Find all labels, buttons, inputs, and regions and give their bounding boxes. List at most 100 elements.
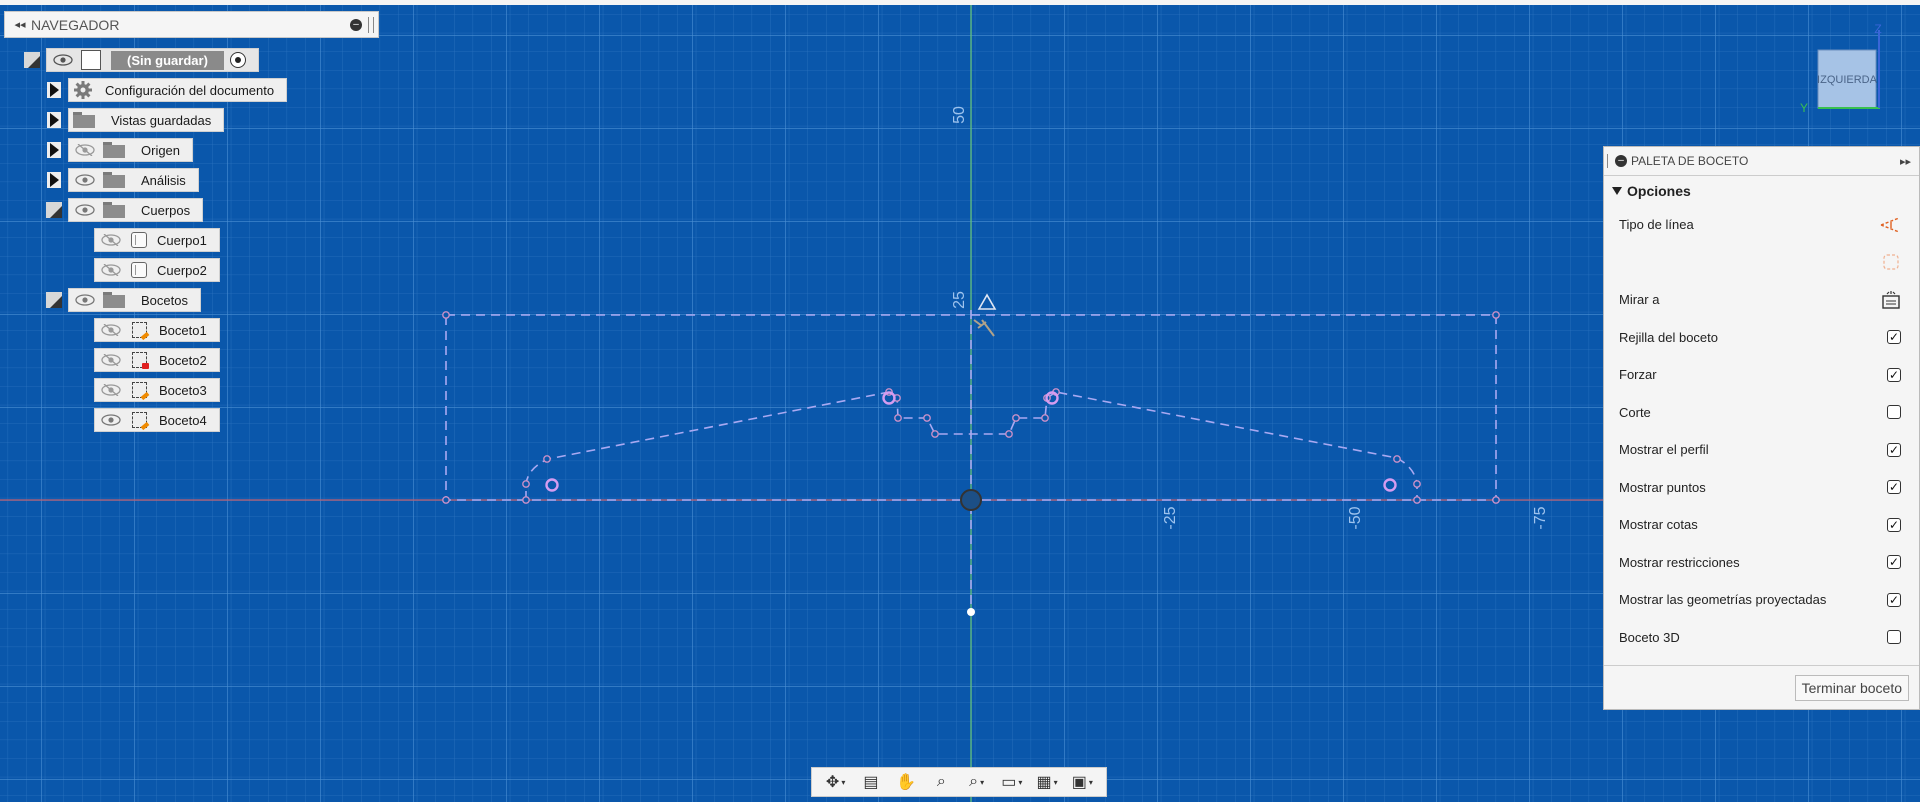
tree-row-sketch3[interactable]: Boceto3 [94, 377, 220, 403]
eye-icon[interactable] [75, 294, 95, 306]
node-body2[interactable]: Cuerpo2 [94, 258, 220, 282]
orbit-icon[interactable]: ✥ ▾ [822, 771, 850, 793]
expand-toggle[interactable] [46, 142, 62, 158]
node-doc-settings[interactable]: Configuración del documento [68, 78, 288, 102]
3d-sketch-checkbox[interactable] [1887, 630, 1901, 645]
eye-hidden-icon[interactable] [101, 234, 121, 246]
linetype-icon[interactable] [1879, 216, 1901, 234]
expand-toggle[interactable] [46, 292, 62, 308]
pan-icon[interactable]: ✋ [892, 771, 920, 793]
node-label: Cuerpo2 [157, 262, 207, 278]
row-label: Mirar a [1619, 292, 1660, 308]
tree-row-saved-views[interactable]: Vistas guardadas [46, 107, 225, 133]
expand-toggle[interactable] [46, 82, 62, 98]
node-sketch3[interactable]: Boceto3 [94, 378, 220, 402]
look-at-icon[interactable] [1881, 290, 1901, 310]
navigator-header: ◂◂ NAVEGADOR – [4, 11, 379, 38]
palette-title: PALETA DE BOCETO [1631, 154, 1749, 168]
slice-checkbox[interactable] [1887, 405, 1901, 420]
node-sketches[interactable]: Bocetos [68, 288, 201, 312]
row-label: Rejilla del boceto [1619, 329, 1719, 345]
palette-row-3d-sketch[interactable]: Boceto 3D [1604, 619, 1919, 657]
node-sketch1[interactable]: Boceto1 [94, 318, 220, 342]
eye-icon[interactable] [75, 204, 95, 216]
palette-row-show-constraints[interactable]: Mostrar restricciones ✓ [1604, 544, 1919, 582]
look-at-icon[interactable]: ▤ [857, 771, 885, 793]
snap-checkbox[interactable]: ✓ [1887, 367, 1901, 382]
eye-hidden-icon[interactable] [101, 354, 121, 366]
grid-icon[interactable]: ▦ ▾ [1033, 771, 1061, 793]
show-dimensions-checkbox[interactable]: ✓ [1887, 517, 1901, 532]
palette-row-projected-geometry[interactable]: Mostrar las geometrías proyectadas ✓ [1604, 581, 1919, 619]
node-label: Vistas guardadas [111, 112, 212, 128]
tree-row-bodies[interactable]: Cuerpos [46, 197, 204, 223]
node-origin[interactable]: Origen [68, 138, 194, 162]
sketch-grid-checkbox[interactable]: ✓ [1887, 330, 1901, 345]
expand-palette-icon[interactable]: ▸▸ [1900, 155, 1911, 168]
root-node[interactable]: (Sin guardar) [46, 48, 259, 72]
panel-grip-icon[interactable] [368, 16, 374, 33]
tree-root[interactable]: (Sin guardar) [24, 47, 259, 73]
sketch-icon [131, 411, 150, 431]
expand-toggle[interactable] [46, 112, 62, 128]
construction-icon[interactable] [1881, 252, 1901, 272]
tree-row-doc-settings[interactable]: Configuración del documento [46, 77, 288, 103]
palette-row-show-profile[interactable]: Mostrar el perfil ✓ [1604, 431, 1919, 469]
tree-row-body2[interactable]: Cuerpo2 [94, 257, 220, 283]
node-sketch2[interactable]: Boceto2 [94, 348, 220, 372]
show-profile-checkbox[interactable]: ✓ [1887, 442, 1901, 457]
minimize-icon[interactable]: – [350, 18, 362, 31]
collapse-arrow-icon[interactable] [1612, 187, 1622, 195]
navigation-toolbar: ✥ ▾ ▤ ✋ ⌕ ⌕ ▾ ▭ ▾ ▦ ▾ ▣ ▾ [811, 767, 1107, 797]
options-section[interactable]: Opciones [1604, 176, 1919, 206]
display-settings-icon[interactable]: ▭ ▾ [998, 771, 1026, 793]
eye-icon[interactable] [53, 54, 73, 66]
collapse-navigator-icon[interactable]: ◂◂ [9, 18, 31, 31]
node-body1[interactable]: Cuerpo1 [94, 228, 220, 252]
node-analysis[interactable]: Análisis [68, 168, 199, 192]
palette-row-sketch-grid[interactable]: Rejilla del boceto ✓ [1604, 319, 1919, 357]
node-sketch4[interactable]: Boceto4 [94, 408, 220, 432]
expand-toggle[interactable] [46, 172, 62, 188]
expand-toggle[interactable] [46, 202, 62, 218]
expand-root-toggle[interactable] [24, 52, 40, 68]
node-bodies[interactable]: Cuerpos [68, 198, 204, 222]
panel-grip-icon[interactable] [1607, 154, 1611, 168]
eye-hidden-icon[interactable] [75, 144, 95, 156]
fit-icon[interactable]: ⌕ ▾ [963, 771, 991, 793]
viewports-icon[interactable]: ▣ ▾ [1068, 771, 1096, 793]
tree-row-sketch2[interactable]: Boceto2 [94, 347, 220, 373]
node-label: Bocetos [141, 292, 188, 308]
palette-row-slice[interactable]: Corte [1604, 394, 1919, 432]
palette-row-show-points[interactable]: Mostrar puntos ✓ [1604, 469, 1919, 507]
palette-row-show-dimensions[interactable]: Mostrar cotas ✓ [1604, 506, 1919, 544]
tree-row-sketch1[interactable]: Boceto1 [94, 317, 220, 343]
eye-hidden-icon[interactable] [101, 384, 121, 396]
eye-hidden-icon[interactable] [101, 324, 121, 336]
show-constraints-checkbox[interactable]: ✓ [1887, 555, 1901, 570]
tree-row-analysis[interactable]: Análisis [46, 167, 199, 193]
zoom-icon[interactable]: ⌕ [927, 771, 955, 793]
tree-row-sketches[interactable]: Bocetos [46, 287, 201, 313]
show-points-checkbox[interactable]: ✓ [1887, 480, 1901, 495]
viewcube-face-label: IZQUIERDA [1817, 74, 1878, 86]
root-label: (Sin guardar) [111, 50, 224, 70]
node-saved-views[interactable]: Vistas guardadas [68, 108, 225, 132]
palette-row-look-at: Mirar a [1604, 281, 1919, 319]
projected-geometry-checkbox[interactable]: ✓ [1887, 592, 1901, 607]
viewcube-y-axis: Y [1800, 101, 1808, 115]
palette-row-snap[interactable]: Forzar ✓ [1604, 356, 1919, 394]
tree-row-sketch4[interactable]: Boceto4 [94, 407, 220, 433]
sketch-locked-icon [131, 351, 149, 369]
section-title: Opciones [1627, 183, 1691, 199]
tree-row-body1[interactable]: Cuerpo1 [94, 227, 220, 253]
eye-hidden-icon[interactable] [101, 264, 121, 276]
palette-row-linetype: Tipo de línea [1604, 206, 1919, 244]
body-icon [131, 262, 147, 278]
eye-icon[interactable] [75, 174, 95, 186]
tree-row-origin[interactable]: Origen [46, 137, 194, 163]
finish-sketch-button[interactable]: Terminar boceto [1794, 675, 1909, 701]
eye-icon[interactable] [101, 414, 121, 426]
activate-radio-icon[interactable] [229, 52, 246, 68]
minimize-icon[interactable]: – [1615, 155, 1627, 167]
